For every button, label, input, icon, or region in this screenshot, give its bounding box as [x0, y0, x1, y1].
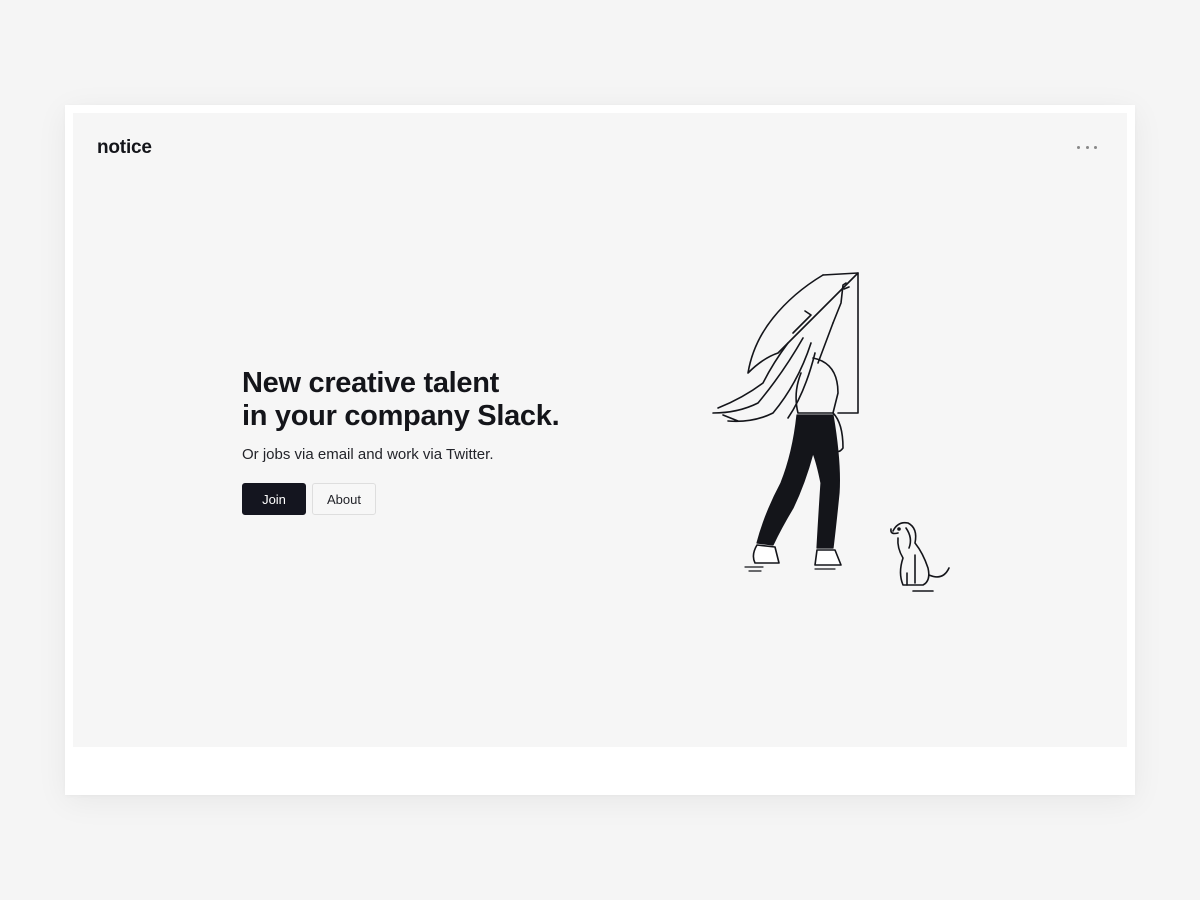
footer-strip: [65, 747, 1135, 795]
hero-actions: Join About: [242, 483, 559, 515]
landing-page: notice New creative talent in your compa…: [73, 113, 1127, 747]
more-horizontal-icon[interactable]: [1077, 141, 1097, 153]
legs: [756, 414, 840, 549]
page-frame: notice New creative talent in your compa…: [65, 105, 1135, 795]
headline-line-2: in your company Slack.: [242, 400, 560, 432]
woman-with-poster-illustration: [712, 272, 950, 592]
hero-section: New creative talent in your company Slac…: [242, 367, 560, 515]
menu-dot: [1077, 145, 1080, 149]
hero-headline: New creative talent in your company Slac…: [242, 367, 560, 433]
logo[interactable]: notice: [97, 137, 152, 159]
dog-illustration: [890, 521, 950, 592]
right-shoe: [814, 549, 842, 566]
menu-dot: [1094, 145, 1097, 149]
left-shoe: [752, 544, 780, 564]
hero-subtitle: Or jobs via email and work via Twitter.: [242, 446, 494, 463]
about-button[interactable]: About: [312, 483, 376, 515]
join-button[interactable]: Join: [242, 483, 306, 515]
headline-line-1: New creative talent: [242, 367, 500, 399]
menu-dot: [1085, 145, 1089, 149]
